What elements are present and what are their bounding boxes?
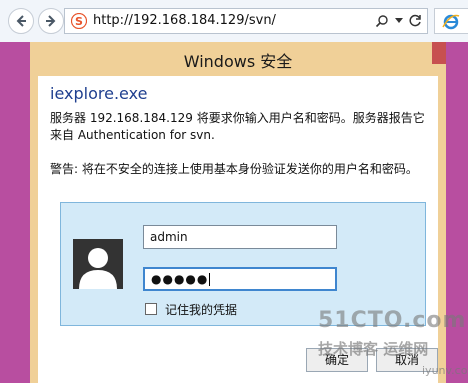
address-bar[interactable]: S http://192.168.184.129/svn/ [64, 8, 428, 34]
arrow-left-icon [16, 15, 26, 27]
app-name: iexplore.exe [50, 84, 148, 103]
sogou-s-icon: S [71, 13, 87, 29]
chevron-down-icon[interactable] [395, 18, 403, 24]
background-panel-left [0, 42, 30, 383]
security-warning: 警告: 将在不安全的连接上使用基本身份验证发送你的用户名和密码。 [50, 162, 418, 176]
ok-button[interactable]: 确定 [306, 348, 368, 372]
password-field[interactable]: ●●●●● [143, 267, 337, 291]
back-button[interactable] [8, 8, 34, 34]
cancel-button[interactable]: 取消 [376, 348, 438, 372]
close-button[interactable] [432, 42, 446, 64]
server-message: 服务器 192.168.184.129 将要求你输入用户名和密码。服务器报告它来… [50, 111, 425, 142]
windows-security-dialog: Windows 安全 iexplore.exe 服务器 192.168.184.… [30, 42, 446, 383]
remember-credentials-checkbox[interactable] [145, 303, 157, 315]
username-field[interactable]: admin [143, 225, 337, 249]
text-cursor [209, 273, 211, 286]
ie-icon [442, 14, 460, 30]
screen: S http://192.168.184.129/svn/ Windows 安全… [0, 0, 468, 383]
url-text[interactable]: http://192.168.184.129/svn/ [93, 13, 276, 28]
dialog-titlebar[interactable]: Windows 安全 [30, 42, 446, 76]
svg-text:S: S [75, 15, 83, 28]
password-mask: ●●●●● [151, 272, 209, 286]
credential-panel: admin ●●●●● 记住我的凭据 [60, 202, 426, 326]
arrow-right-icon [46, 15, 56, 27]
refresh-icon[interactable] [407, 13, 423, 29]
search-icon[interactable] [375, 14, 389, 28]
user-avatar-icon [73, 239, 123, 289]
dialog-title: Windows 安全 [183, 52, 293, 71]
background-panel-right [446, 42, 468, 383]
browser-toolbar: S http://192.168.184.129/svn/ [0, 0, 468, 43]
dialog-body: iexplore.exe 服务器 192.168.184.129 将要求你输入用… [38, 76, 438, 383]
browser-tab[interactable] [434, 8, 468, 34]
remember-credentials-label[interactable]: 记住我的凭据 [165, 301, 237, 318]
forward-button[interactable] [38, 8, 64, 34]
